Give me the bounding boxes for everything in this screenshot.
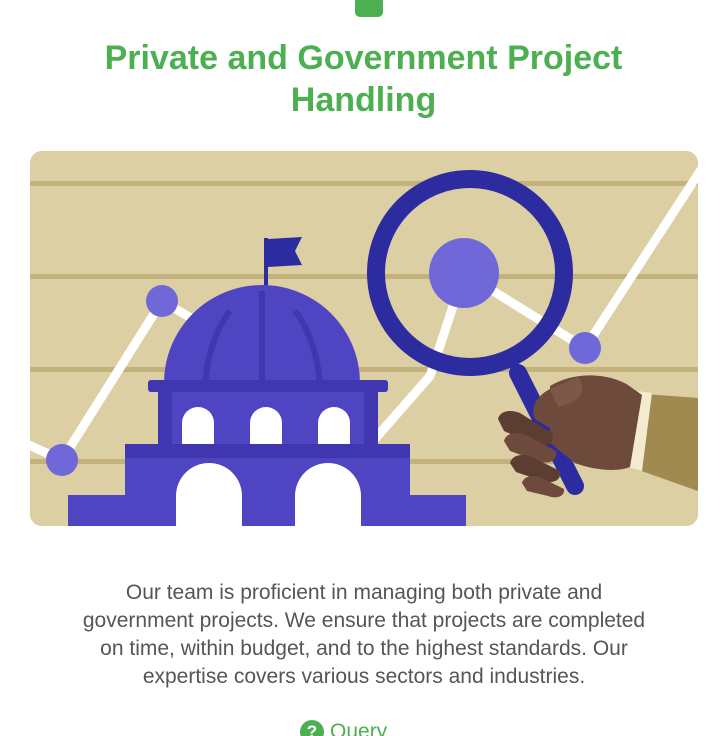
section-title-line-1: Private and Government Project — [104, 39, 623, 77]
question-circle-icon: ? — [300, 720, 324, 736]
description-line-1: Our team is proficient in managing both … — [125, 581, 603, 604]
section-top-marker-icon — [355, 0, 383, 17]
project-handling-section: Private and Government Project Handling — [0, 0, 727, 736]
trend-point-icon — [46, 444, 78, 476]
section-title-line-2: Handling — [290, 81, 437, 119]
trend-point-icon — [146, 285, 178, 317]
section-description: Our team is proficient in managing both … — [30, 579, 698, 691]
description-line-3: on time, within budget, and to the highe… — [100, 637, 628, 660]
query-label: Query — [330, 720, 388, 736]
description-line-4: expertise covers various sectors and ind… — [142, 665, 586, 688]
query-button[interactable]: ? Query — [300, 720, 387, 736]
trend-point-icon — [569, 332, 601, 364]
government-building-illustration — [30, 151, 698, 526]
illustration-canvas — [30, 151, 698, 526]
description-line-2: government projects. We ensure that proj… — [82, 609, 646, 632]
section-title: Private and Government Project Handling — [0, 37, 727, 121]
